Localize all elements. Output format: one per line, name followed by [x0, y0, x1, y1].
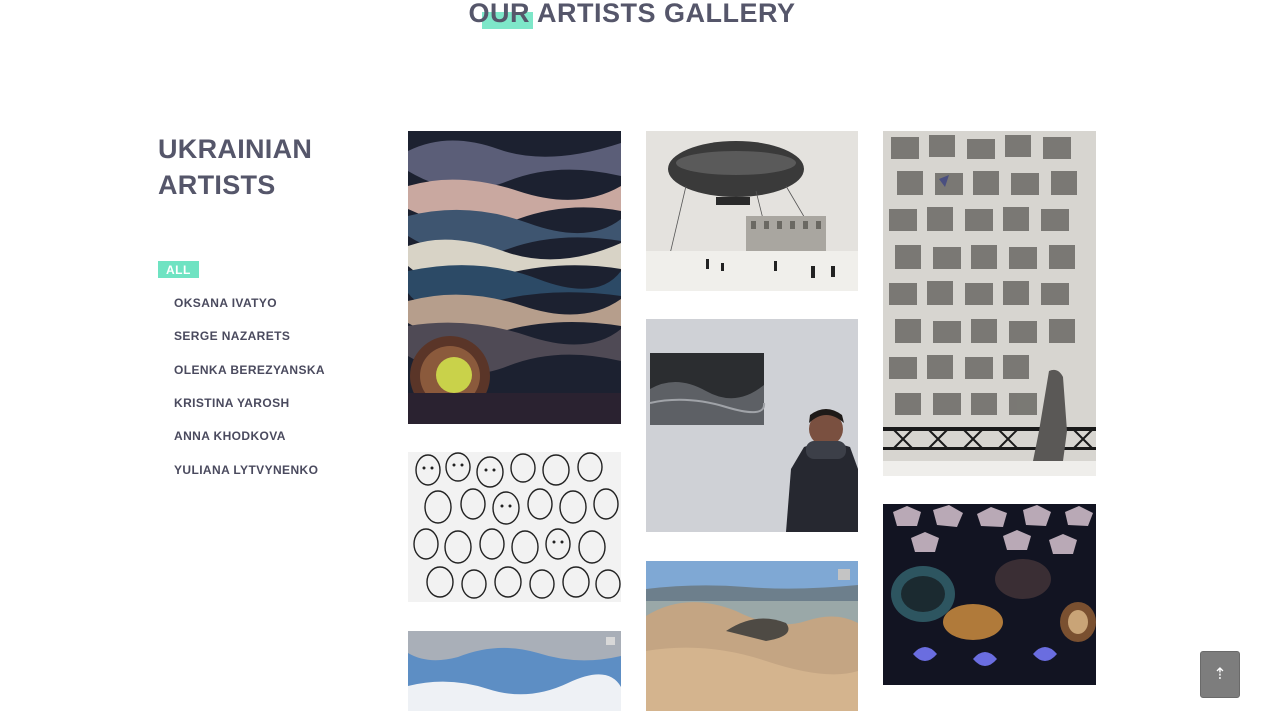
arrow-up-icon: ⇡ [1213, 666, 1227, 683]
artist-filter-list: ALL OKSANA IVATYO SERGE NAZARETS OLENKA … [158, 261, 325, 477]
filter-artist-olenka-berezyanska[interactable]: OLENKA BEREZYANSKA [174, 363, 325, 377]
section-heading-line1: UKRAINIAN [158, 134, 313, 164]
artwork-night-clouds[interactable] [408, 131, 621, 424]
gallery-page: OUR ARTISTS GALLERY UKRAINIAN ARTISTS AL… [0, 0, 1264, 711]
artwork-mountain-landscape[interactable] [646, 561, 858, 711]
scroll-top-button[interactable]: ⇡ [1200, 651, 1240, 698]
filter-all-button[interactable]: ALL [158, 261, 199, 278]
artwork-artist-portrait[interactable] [646, 319, 858, 532]
filter-artist-oksana-ivatyo[interactable]: OKSANA IVATYO [174, 296, 277, 310]
filter-artist-serge-nazarets[interactable]: SERGE NAZARETS [174, 329, 290, 343]
artwork-patterned-stones[interactable] [883, 504, 1096, 685]
artwork-zeppelin[interactable] [646, 131, 858, 291]
section-heading-line2: ARTISTS [158, 170, 276, 200]
artwork-windows-collage[interactable] [883, 131, 1096, 476]
filter-artist-yuliana-lytvynenko[interactable]: YULIANA LYTVYNENKO [174, 463, 318, 477]
page-title: OUR ARTISTS GALLERY [0, 0, 1264, 29]
filter-artist-kristina-yarosh[interactable]: KRISTINA YAROSH [174, 396, 290, 410]
artwork-sky-clouds[interactable] [408, 631, 621, 711]
filter-artist-anna-khodkova[interactable]: ANNA KHODKOVA [174, 429, 286, 443]
artwork-faces-crowd[interactable] [408, 452, 621, 602]
page-title-text: OUR ARTISTS GALLERY [468, 0, 796, 28]
section-heading: UKRAINIAN ARTISTS [158, 131, 312, 203]
